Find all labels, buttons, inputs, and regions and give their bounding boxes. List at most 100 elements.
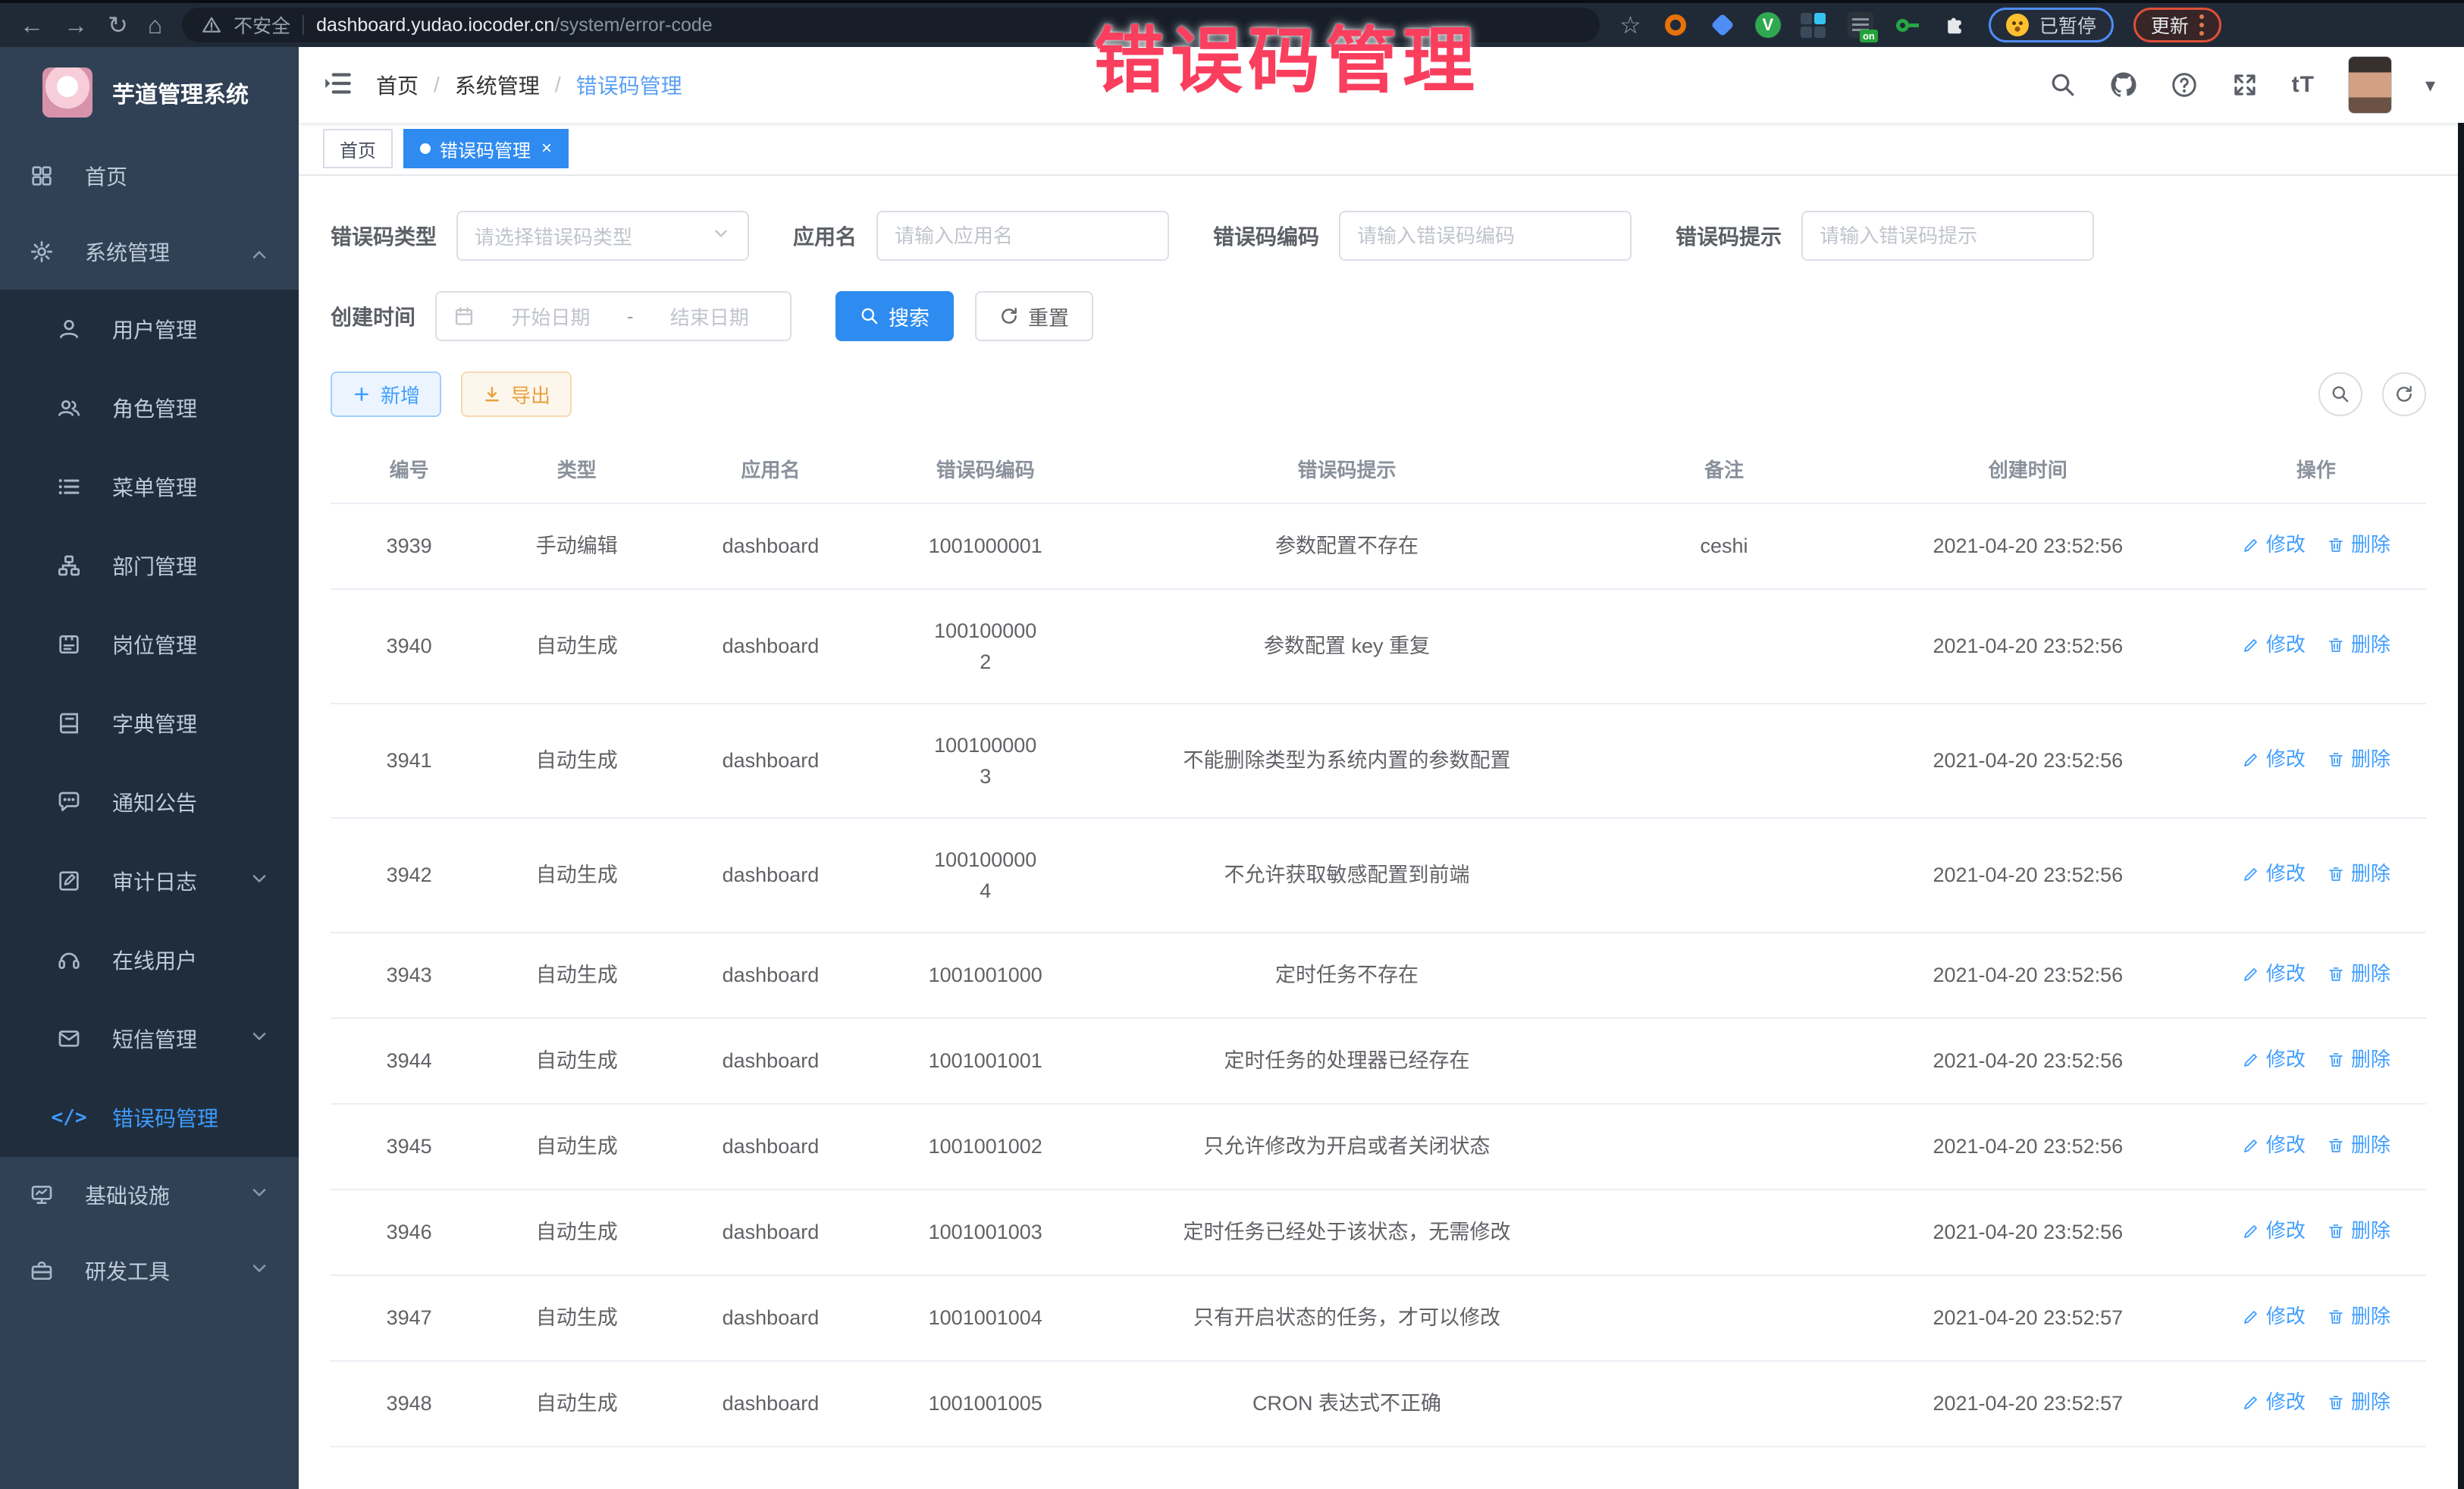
sidebar-item-error-code[interactable]: </> 错误码管理 [0,1078,299,1157]
browser-forward-icon[interactable]: → [64,13,88,37]
close-icon[interactable]: × [541,138,552,159]
error-message-input[interactable] [1801,211,2094,261]
toggle-search-button[interactable] [2318,372,2362,416]
github-icon[interactable] [2110,71,2137,99]
window-scrollbar[interactable] [2458,47,2464,1489]
delete-link[interactable]: 删除 [2327,1387,2390,1417]
tag-error-code[interactable]: 错误码管理 × [403,129,569,168]
sidebar-item-infrastructure[interactable]: 基础设施 [0,1157,299,1233]
browser-home-icon[interactable]: ⌂ [148,13,162,37]
start-date-placeholder[interactable]: 开始日期 [487,303,615,331]
search-icon[interactable] [2049,71,2077,99]
table-row: 3939 手动编辑 dashboard 1001000001 参数配置不存在 c… [331,503,2426,589]
sidebar-item-departments[interactable]: 部门管理 [0,526,299,605]
date-range-separator: - [627,305,634,328]
edit-link[interactable]: 修改 [2242,744,2306,774]
font-size-icon[interactable]: tT [2292,72,2315,98]
edit-link[interactable]: 修改 [2242,630,2306,660]
address-divider [303,15,304,35]
filter-row-1: 错误码类型 请选择错误码类型 应用名 错误码编码 错误码提示 [331,211,2426,261]
profile-paused-badge[interactable]: 已暂停 [1989,8,2114,42]
delete-link[interactable]: 删除 [2327,959,2390,989]
edit-link[interactable]: 修改 [2242,1302,2306,1331]
trash-icon [2327,1222,2345,1240]
trash-icon [2327,1136,2345,1155]
sidebar-item-users[interactable]: 用户管理 [0,290,299,368]
add-button[interactable]: 新增 [331,371,441,417]
delete-link[interactable]: 删除 [2327,530,2390,560]
breadcrumb: 首页 / 系统管理 / 错误码管理 [376,70,682,100]
sidebar-item-menus[interactable]: 菜单管理 [0,447,299,526]
delete-link[interactable]: 删除 [2327,744,2390,774]
edit-link[interactable]: 修改 [2242,959,2306,989]
address-bar[interactable]: 不安全 dashboard.yudao.iocoder.cn/system/er… [182,8,1600,42]
app-title: 芋道管理系统 [112,76,249,109]
edit-link[interactable]: 修改 [2242,530,2306,560]
breadcrumb-system[interactable]: 系统管理 [455,70,540,100]
bookmark-star-icon[interactable]: ☆ [1619,13,1641,37]
sidebar-item-sms[interactable]: 短信管理 [0,999,299,1078]
extension-key-icon[interactable] [1893,11,1922,39]
edit-link[interactable]: 修改 [2242,1387,2306,1417]
fullscreen-icon[interactable] [2231,71,2259,99]
breadcrumb-separator: / [555,73,561,97]
sidebar-item-home[interactable]: 首页 [0,138,299,214]
pencil-icon [2242,865,2260,883]
error-type-select[interactable]: 请选择错误码类型 [456,211,749,261]
error-code-input[interactable] [1339,211,1632,261]
filter-error-type: 错误码类型 请选择错误码类型 [331,211,749,261]
browser-back-icon[interactable]: ← [20,13,44,37]
delete-link[interactable]: 删除 [2327,630,2390,660]
date-range-picker[interactable]: 开始日期 - 结束日期 [435,291,792,341]
cell-type: 自动生成 [487,704,666,818]
caret-down-icon[interactable]: ▾ [2425,74,2435,97]
col-msg: 错误码提示 [1096,435,1598,503]
extension-grid-icon[interactable] [1799,11,1828,39]
user-avatar[interactable] [2348,56,2392,114]
edit-link[interactable]: 修改 [2242,1216,2306,1246]
extensions-puzzle-icon[interactable] [1940,11,1969,39]
refresh-table-button[interactable] [2382,372,2426,416]
delete-link[interactable]: 删除 [2327,1130,2390,1160]
table-row: 3947 自动生成 dashboard 1001001004 只有开启状态的任务… [331,1275,2426,1361]
cell-msg: 参数配置 key 重复 [1096,589,1598,704]
extension-gem-icon[interactable] [1708,11,1737,39]
browser-menu-icon[interactable] [2199,14,2204,36]
delete-link[interactable]: 删除 [2327,1302,2390,1331]
book-icon [55,710,83,736]
extension-on-badge-icon[interactable]: on [1846,11,1875,39]
org-tree-icon [55,553,83,578]
search-button[interactable]: 搜索 [835,291,954,341]
sidebar-item-system[interactable]: 系统管理 [0,214,299,290]
extension-orange-icon[interactable] [1661,11,1690,39]
sidebar-item-dev-tools[interactable]: 研发工具 [0,1233,299,1309]
delete-link[interactable]: 删除 [2327,859,2390,889]
users-icon [55,395,83,421]
app-name-input[interactable] [876,211,1169,261]
sidebar-item-dictionary[interactable]: 字典管理 [0,684,299,763]
sidebar-item-audit-log[interactable]: 审计日志 [0,842,299,920]
sidebar-item-notices[interactable]: 通知公告 [0,763,299,842]
edit-link[interactable]: 修改 [2242,1130,2306,1160]
delete-link[interactable]: 删除 [2327,1045,2390,1074]
end-date-placeholder[interactable]: 结束日期 [645,303,773,331]
sidebar-collapse-icon[interactable] [299,67,376,103]
help-icon[interactable] [2171,71,2198,99]
cell-id: 3942 [331,818,487,933]
cell-id: 3943 [331,933,487,1018]
delete-link[interactable]: 删除 [2327,1216,2390,1246]
browser-update-button[interactable]: 更新 [2133,8,2221,42]
edit-link[interactable]: 修改 [2242,1045,2306,1074]
edit-link[interactable]: 修改 [2242,859,2306,889]
breadcrumb-home[interactable]: 首页 [376,70,419,100]
sidebar-item-roles[interactable]: 角色管理 [0,368,299,447]
reset-button[interactable]: 重置 [975,291,1093,341]
sidebar-item-online-users[interactable]: 在线用户 [0,920,299,999]
tag-home[interactable]: 首页 [323,129,393,168]
extension-v-icon[interactable]: V [1755,12,1781,38]
browser-reload-icon[interactable]: ↻ [108,13,128,37]
sidebar-logo-row[interactable]: 芋道管理系统 [0,47,299,138]
export-button[interactable]: 导出 [461,371,572,417]
sidebar-item-positions[interactable]: 岗位管理 [0,605,299,684]
pencil-icon [2242,1051,2260,1069]
